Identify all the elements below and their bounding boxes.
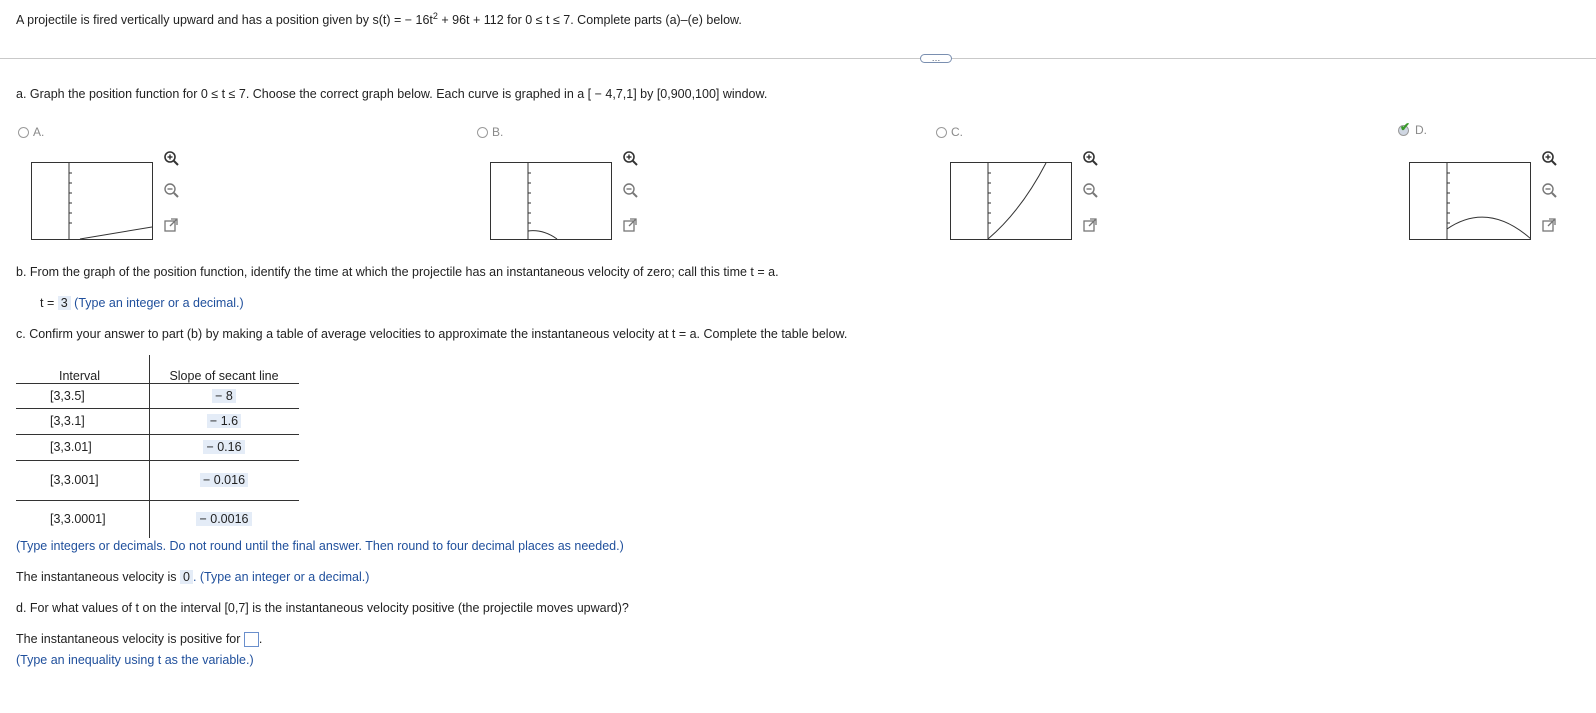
- zoom-out-icon[interactable]: [1081, 181, 1099, 199]
- option-c-radio[interactable]: [936, 126, 947, 138]
- secant-table: Interval Slope of secant line [3,3.5] − …: [16, 355, 299, 538]
- option-a-label: A.: [33, 125, 45, 139]
- question-text: A projectile is fired vertically upward …: [16, 10, 742, 27]
- divider: [0, 58, 1596, 59]
- option-a-radio[interactable]: [18, 126, 29, 138]
- slope-answer[interactable]: − 0.0016: [196, 512, 252, 526]
- option-c[interactable]: C.: [936, 125, 963, 139]
- option-a[interactable]: A.: [18, 125, 44, 139]
- part-b-hint: (Type an integer or a decimal.): [74, 296, 244, 310]
- option-d-label: D.: [1415, 123, 1427, 137]
- part-b-prompt: b. From the graph of the position functi…: [16, 265, 779, 279]
- zoom-in-icon[interactable]: [621, 149, 639, 167]
- more-button[interactable]: …: [920, 54, 952, 63]
- slope-answer[interactable]: − 0.16: [203, 440, 245, 454]
- option-b-radio[interactable]: [477, 126, 488, 138]
- option-b-label: B.: [492, 125, 504, 139]
- popout-icon[interactable]: [162, 216, 180, 234]
- part-d-prompt: d. For what values of t on the interval …: [16, 601, 629, 615]
- table-hint: (Type integers or decimals. Do not round…: [16, 539, 624, 553]
- part-d-input[interactable]: [243, 632, 259, 648]
- slope-answer[interactable]: − 1.6: [206, 414, 242, 428]
- velocity-answer-line: The instantaneous velocity is 0. (Type a…: [16, 570, 370, 584]
- zoom-out-icon[interactable]: [621, 181, 639, 199]
- slope-answer[interactable]: − 8: [212, 389, 236, 403]
- part-c-prompt: c. Confirm your answer to part (b) by ma…: [16, 327, 848, 341]
- header-slope: Slope of secant line: [169, 369, 279, 383]
- zoom-out-icon[interactable]: [162, 181, 180, 199]
- graph-c: [950, 162, 1072, 240]
- popout-icon[interactable]: [1081, 216, 1099, 234]
- zoom-in-icon[interactable]: [1081, 149, 1099, 167]
- graph-b: [490, 162, 612, 240]
- slope-answer[interactable]: − 0.016: [199, 473, 249, 487]
- graph-a: [31, 162, 153, 240]
- zoom-in-icon[interactable]: [1540, 149, 1558, 167]
- checkmark-icon: ✔: [1400, 120, 1411, 134]
- option-c-label: C.: [951, 125, 963, 139]
- zoom-in-icon[interactable]: [162, 149, 180, 167]
- velocity-hint: . (Type an integer or a decimal.): [192, 570, 370, 584]
- option-d-radio[interactable]: ✔: [1397, 120, 1411, 137]
- part-b-answer-line: t = 3 (Type an integer or a decimal.): [40, 296, 244, 310]
- graph-d: [1409, 162, 1531, 240]
- velocity-answer[interactable]: 0: [180, 570, 193, 584]
- part-b-answer[interactable]: 3: [57, 296, 71, 310]
- zoom-out-icon[interactable]: [1540, 181, 1558, 199]
- part-d-answer-line: The instantaneous velocity is positive f…: [16, 632, 263, 648]
- popout-icon[interactable]: [621, 216, 639, 234]
- option-b[interactable]: B.: [477, 125, 503, 139]
- option-d[interactable]: ✔ D.: [1397, 120, 1427, 137]
- header-interval: Interval: [59, 369, 100, 383]
- popout-icon[interactable]: [1540, 216, 1558, 234]
- part-a-prompt: a. Graph the position function for 0 ≤ t…: [16, 87, 768, 101]
- part-d-hint: (Type an inequality using t as the varia…: [16, 653, 254, 667]
